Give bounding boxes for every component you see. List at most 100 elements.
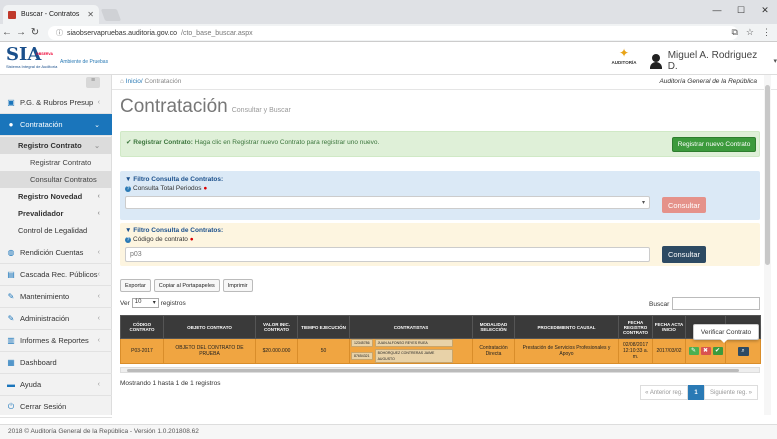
tab-title: Buscar - Contratos [21, 11, 80, 18]
search-icon[interactable]: ⌕ [737, 346, 749, 356]
sidebar-sub-registro-novedad[interactable]: Registro Novedad ‹ [0, 188, 112, 205]
cell-contratistas: 12345786 JUAN ALFONSO REYES RUEA 87654321… [349, 338, 473, 364]
print-button[interactable]: Imprimir [222, 279, 253, 292]
close-window-icon[interactable]: ✕ [753, 0, 777, 20]
prev-page-button[interactable]: « Anterior reg. [640, 385, 688, 400]
browser-tab[interactable]: Buscar - Contratos ✕ [3, 5, 99, 24]
register-new-contract-button[interactable]: Registrar nuevo Contrato [672, 137, 756, 152]
sidebar-sub-registro-contrato[interactable]: Registro Contrato ⌄ [0, 137, 112, 154]
sidebar-toggle-icon[interactable]: ≡ [86, 77, 100, 88]
translate-icon[interactable]: ⧉ [731, 27, 737, 38]
sidebar-sub-registrar-contrato[interactable]: Registrar Contrato [0, 154, 112, 171]
url-field[interactable]: ⓘ siaobservapruebas.auditoria.gov.co/cto… [48, 26, 738, 40]
url-path: /cto_base_buscar.aspx [181, 29, 253, 37]
check-circle-icon: ✔ [126, 139, 132, 146]
scrollbar-thumb[interactable] [765, 85, 770, 265]
col-valor[interactable]: VALOR INIC. CONTRATO [255, 315, 298, 339]
sidebar-sub-consultar-contratos[interactable]: Consultar Contratos [0, 171, 112, 188]
browser-tab-strip: Buscar - Contratos ✕ — ☐ ✕ [0, 0, 777, 24]
chevron-down-icon: ⌄ [94, 121, 100, 129]
col-contratistas[interactable]: CONTRATISTAS [349, 315, 473, 339]
chevron-left-icon: ‹ [97, 271, 100, 278]
chevron-left-icon: ‹ [97, 337, 100, 344]
new-tab-button[interactable] [100, 9, 122, 21]
col-objeto[interactable]: OBJETO CONTRATO [163, 315, 256, 339]
sidebar-sub-prevalidador[interactable]: Prevalidador ‹ [0, 205, 112, 222]
col-fecha-registro[interactable]: FECHA REGISTRO CONTRATO [618, 315, 653, 339]
page-subtitle: Consultar y Buscar [231, 107, 291, 114]
cell-objeto: OBJETO DEL CONTRATO DE PRUEBA [163, 338, 256, 364]
page-scrollbar[interactable] [764, 75, 771, 415]
edit-icon[interactable]: ✎ [688, 347, 699, 355]
sidebar-item-pg-rubros[interactable]: ▣ P.G. & Rubros Presup ‹ [0, 92, 112, 114]
col-tiempo[interactable]: TIEMPO EJECUCIÓN [297, 315, 350, 339]
star-icon: ✦ [618, 46, 630, 60]
sidebar-item-informes[interactable]: ▥ Informes & Reportes ‹ [0, 330, 112, 352]
user-avatar-icon [650, 53, 662, 69]
cell-fecha-registro: 02/08/2017 12:10:33 a. m. [618, 338, 653, 364]
chevron-left-icon: ‹ [97, 315, 100, 322]
user-menu[interactable]: Miguel A. Rodriguez D. ▾ [650, 50, 777, 72]
table-row[interactable]: P03-2017 OBJETO DEL CONTRATO DE PRUEBA $… [120, 338, 761, 364]
divider [112, 89, 777, 90]
breadcrumb-home[interactable]: Inicio/ [126, 78, 143, 85]
bookmark-star-icon[interactable]: ☆ [746, 27, 754, 38]
verify-contract-tooltip: Verificar Contrato [693, 324, 759, 340]
search-input[interactable] [672, 297, 760, 310]
next-page-button[interactable]: Siguiente reg. » [704, 385, 758, 400]
search-label: Buscar [649, 301, 670, 308]
page-size-control: Ver 10 registros [120, 298, 186, 308]
forward-icon[interactable]: → [14, 27, 28, 38]
user-name: Miguel A. Rodriguez D. [667, 50, 758, 72]
sidebar-item-cerrar-sesion[interactable]: ⏻ Cerrar Sesión [0, 396, 112, 418]
app-header: SIA OBSERVA Sistema Integral de Auditorí… [0, 42, 777, 75]
maximize-icon[interactable]: ☐ [729, 0, 753, 20]
table-horizontal-scrollbar[interactable] [120, 367, 760, 373]
sidebar-sub-control-legalidad[interactable]: Control de Legalidad [0, 222, 112, 239]
close-tab-icon[interactable]: ✕ [87, 10, 94, 19]
sidebar-item-contratacion[interactable]: ● Contratación ⌄ [0, 114, 112, 136]
report-icon: ▥ [7, 336, 15, 345]
consultar-period-button[interactable]: Consultar [662, 197, 706, 213]
col-fecha-acta[interactable]: FECHA ACTA INICIO [652, 315, 686, 339]
period-select[interactable]: ▾ [125, 196, 650, 209]
address-bar-row: ← → ↻ ⓘ siaobservapruebas.auditoria.gov.… [0, 24, 777, 42]
col-modalidad[interactable]: MODALIDAD SELECCIÓN [472, 315, 515, 339]
verify-check-icon[interactable]: ✔ [712, 347, 723, 355]
info-icon: ⓘ [56, 30, 63, 37]
sidebar-item-administracion[interactable]: ✎ Administración ‹ [0, 308, 112, 330]
delete-icon[interactable]: ✖ [700, 347, 711, 355]
copy-clipboard-button[interactable]: Copiar al Portapapeles [153, 279, 220, 292]
menu-dots-icon[interactable]: ⋮ [762, 27, 771, 38]
cascade-icon: ▤ [7, 270, 15, 279]
records-summary: Mostrando 1 hasta 1 de 1 registros [120, 380, 221, 387]
export-button[interactable]: Exportar [120, 279, 151, 292]
col-codigo[interactable]: CÓDIGO CONTRATO [120, 315, 164, 339]
page-size-select[interactable]: 10 [131, 298, 159, 308]
scrollbar-thumb[interactable] [127, 369, 739, 372]
contratista-id: 12345786 [351, 339, 373, 347]
page-1-button[interactable]: 1 [688, 385, 704, 400]
consultar-code-button[interactable]: Consultar [662, 246, 706, 263]
chevron-left-icon: ‹ [97, 249, 100, 256]
sidebar-item-dashboard[interactable]: ▦ Dashboard [0, 352, 112, 374]
sidebar-item-cascada[interactable]: ▤ Cascada Rec. Públicos ‹ [0, 264, 112, 286]
chevron-left-icon: ‹ [97, 293, 100, 300]
sidebar-item-mantenimiento[interactable]: ✎ Mantenimiento ‹ [0, 286, 112, 308]
back-icon[interactable]: ← [0, 27, 14, 38]
url-host: siaobservapruebas.auditoria.gov.co [67, 29, 177, 37]
col-procedimiento[interactable]: PROCEDIMIENTO CAUSAL [514, 315, 619, 339]
sidebar-item-ayuda[interactable]: ▬ Ayuda ‹ [0, 374, 112, 396]
contratista-id: 87654321 [351, 352, 373, 360]
wrench-icon: ✎ [7, 292, 15, 301]
minimize-icon[interactable]: — [705, 0, 729, 20]
reload-icon[interactable]: ↻ [28, 27, 42, 38]
auditoria-logo: ✦ AUDITORÍA [603, 46, 645, 72]
main-content: ⌂ Inicio/ Contratación Auditoría General… [112, 75, 777, 415]
dashboard-icon: ▦ [7, 358, 15, 367]
sia-logo[interactable]: SIA OBSERVA Sistema Integral de Auditorí… [6, 46, 64, 73]
breadcrumb: ⌂ Inicio/ Contratación [120, 78, 181, 85]
cell-valor: $20.000.000 [255, 338, 298, 364]
sidebar-item-rendicion[interactable]: ◍ Rendición Cuentas ‹ [0, 242, 112, 264]
contract-code-input[interactable]: p03 [125, 247, 650, 262]
